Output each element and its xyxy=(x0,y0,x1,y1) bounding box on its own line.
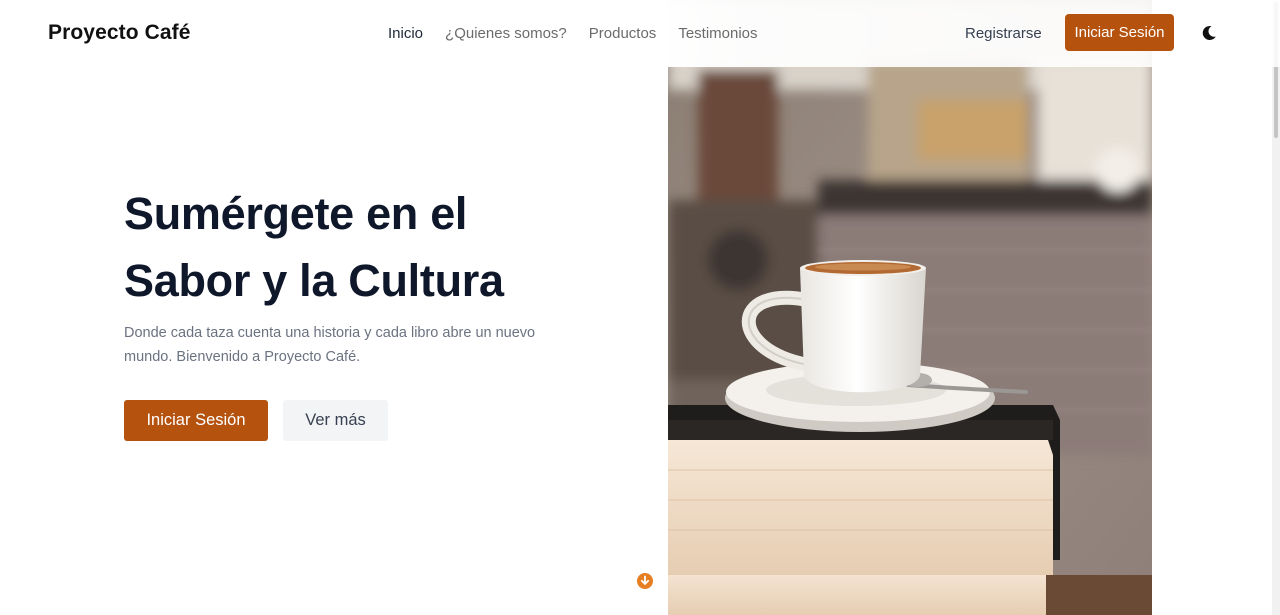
arrow-down-circle-icon[interactable] xyxy=(637,573,653,589)
hero-login-button[interactable]: Iniciar Sesión xyxy=(124,400,268,441)
nav-link-testimonios[interactable]: Testimonios xyxy=(678,25,757,42)
hero-subtitle: Donde cada taza cuenta una historia y ca… xyxy=(124,325,536,365)
nav-link-productos[interactable]: Productos xyxy=(589,25,657,42)
brand-logo-text[interactable]: Proyecto Café xyxy=(48,21,191,45)
navbar: Proyecto Café Inicio ¿Quienes somos? Pro… xyxy=(0,0,1280,67)
nav-link-quienes-somos[interactable]: ¿Quienes somos? xyxy=(445,25,567,42)
see-more-button[interactable]: Ver más xyxy=(283,400,388,441)
nav-login-button[interactable]: Iniciar Sesión xyxy=(1065,14,1174,51)
nav-links: Inicio ¿Quienes somos? Productos Testimo… xyxy=(388,25,758,42)
nav-link-inicio[interactable]: Inicio xyxy=(388,25,423,42)
hero-title-line-2: Sabor y la Cultura xyxy=(124,255,504,306)
moon-icon[interactable] xyxy=(1198,22,1220,44)
hero-image xyxy=(668,0,1152,615)
hero-title: Sumérgete en el Sabor y la Cultura xyxy=(124,180,594,314)
register-link[interactable]: Registrarse xyxy=(965,25,1042,42)
hero-title-line-1: Sumérgete en el xyxy=(124,188,468,239)
